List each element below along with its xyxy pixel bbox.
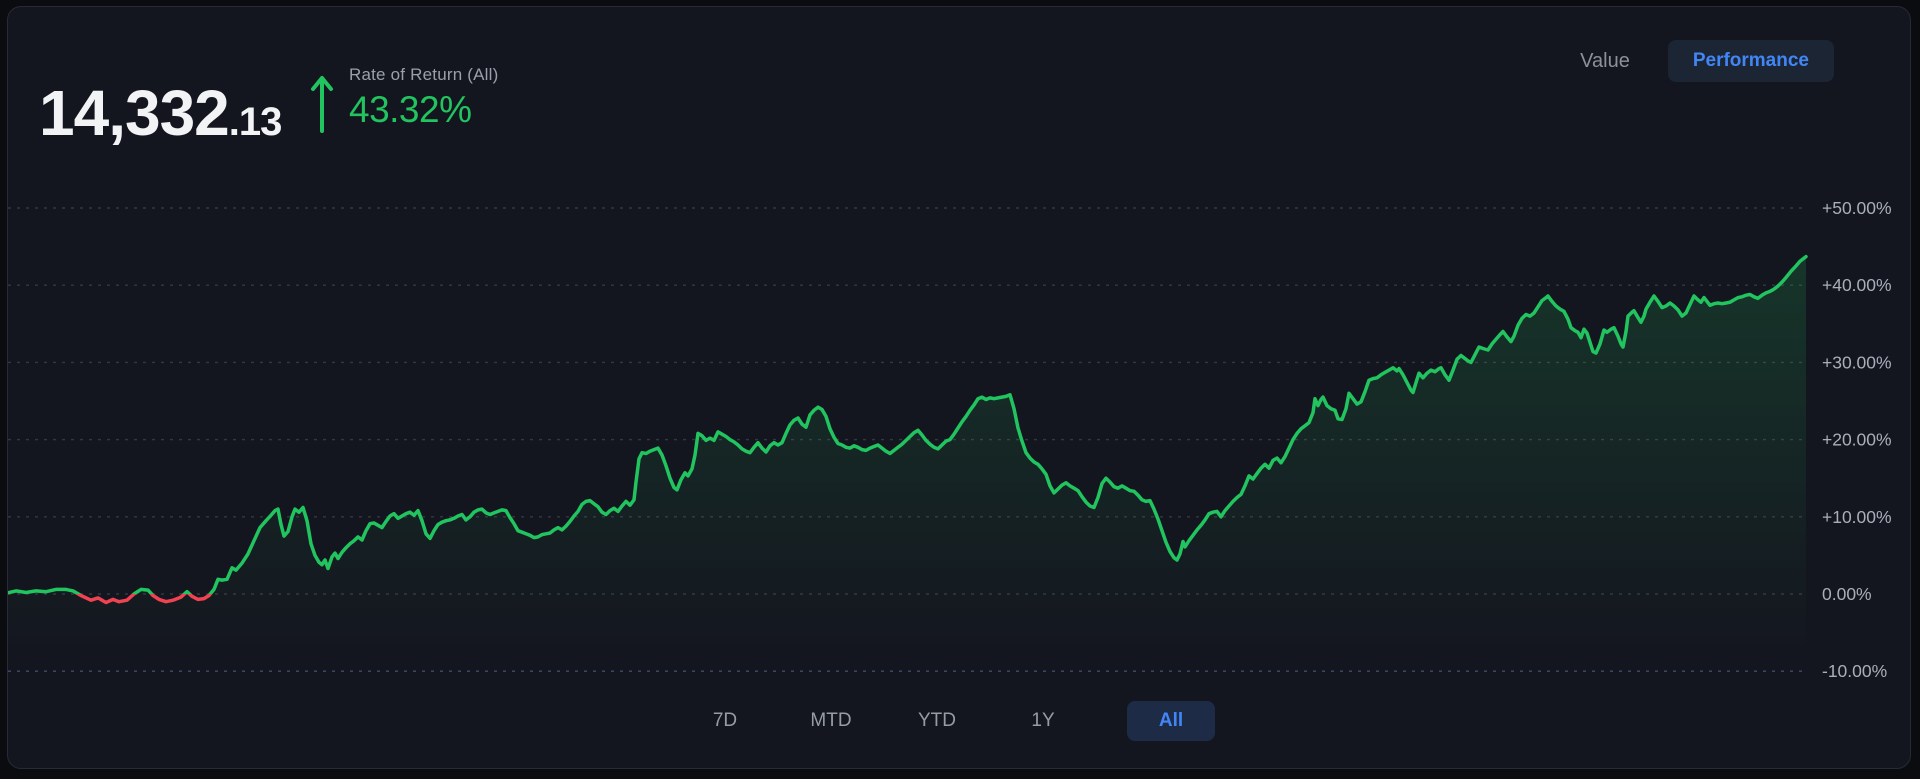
tab-value[interactable]: Value — [1580, 50, 1630, 73]
rate-of-return-label: Rate of Return (All) — [349, 65, 499, 84]
timeframe-mtd[interactable]: MTD — [809, 701, 853, 741]
performance-card: +50.00% +40.00% +30.00% +20.00% +10.00% 0.00%… — [7, 6, 1911, 769]
timeframe-7d[interactable]: 7D — [703, 701, 747, 741]
portfolio-value-integer: 14,332 — [39, 77, 230, 149]
y-axis-tick-label: +20.00% — [1822, 430, 1892, 450]
y-axis-tick-label: 0.00% — [1822, 584, 1872, 604]
y-axis-tick-label: +40.00% — [1822, 275, 1892, 295]
timeframe-selector: 7D MTD YTD 1Y All — [8, 701, 1910, 741]
up-arrow-icon — [311, 76, 333, 133]
y-axis-tick-label: +50.00% — [1822, 198, 1892, 218]
view-toggle: Value Performance — [1580, 40, 1834, 82]
y-axis-tick-label: +30.00% — [1822, 352, 1892, 372]
screen: { "header": { "value_int": "14,332", "va… — [0, 0, 1920, 779]
timeframe-ytd[interactable]: YTD — [915, 701, 959, 741]
y-axis-tick-label: +10.00% — [1822, 507, 1892, 527]
y-axis-tick-label: -10.00% — [1822, 661, 1887, 681]
timeframe-1y[interactable]: 1Y — [1021, 701, 1065, 741]
rate-of-return-block: Rate of Return (All) 43.32% — [309, 65, 499, 135]
rate-of-return-value: 43.32% — [349, 89, 472, 130]
portfolio-value-decimal: .13 — [228, 100, 283, 144]
rate-of-return-text: Rate of Return (All) 43.32% — [349, 65, 499, 131]
chart-area-fill — [8, 256, 1806, 687]
timeframe-all[interactable]: All — [1127, 701, 1215, 741]
tab-performance[interactable]: Performance — [1667, 40, 1834, 82]
portfolio-value: 14,332.13 — [39, 81, 283, 145]
performance-chart[interactable]: +50.00% +40.00% +30.00% +20.00% +10.00% 0.00%… — [8, 7, 1911, 769]
